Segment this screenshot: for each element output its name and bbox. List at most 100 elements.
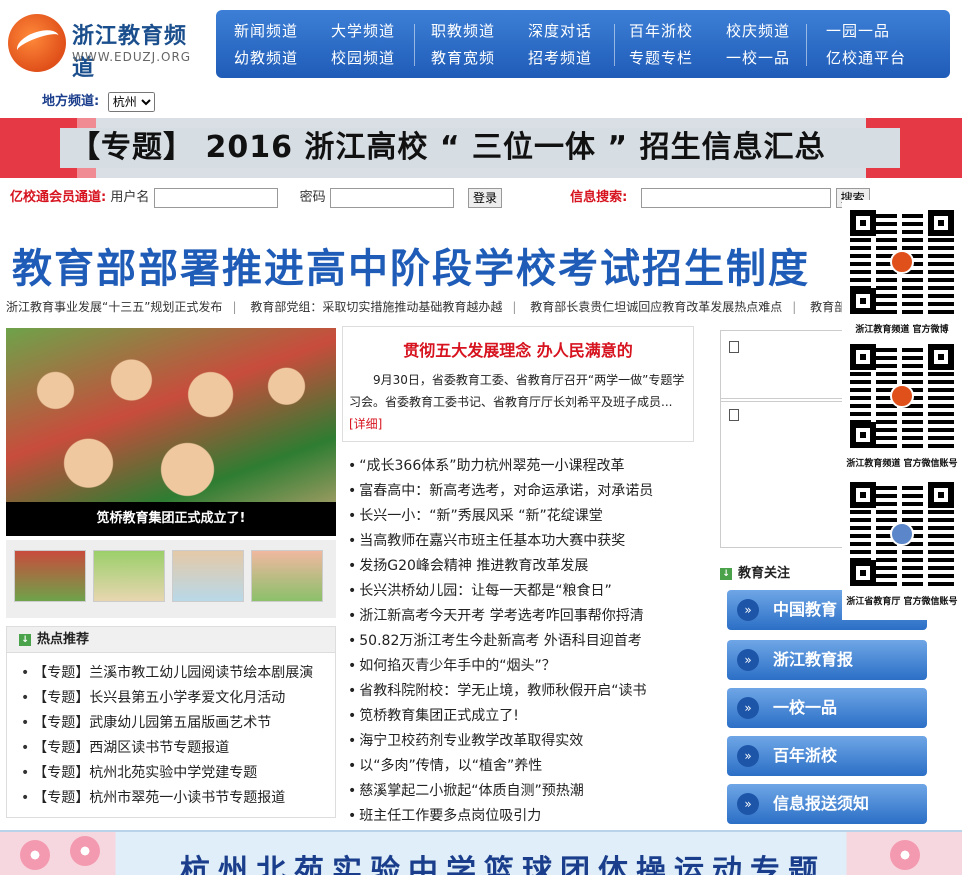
local-channel-label: 地方频道:	[42, 94, 100, 109]
logo-mark-icon	[8, 14, 66, 72]
headline[interactable]: 教育部部署推进高中阶段学校考试招生制度	[12, 236, 810, 294]
hot-list: 【专题】兰溪市教工幼儿园阅读节绘本剧展演 【专题】长兴县第五小学孝爱文化月活动 …	[7, 653, 335, 811]
photo-thumbnails	[6, 540, 336, 618]
nav-link[interactable]: 招考频道	[528, 47, 592, 68]
list-item[interactable]: 长兴一小：“新”秀展风采 “新”花绽课堂	[348, 504, 698, 529]
nav-link[interactable]: 一校一品	[726, 47, 790, 68]
list-item[interactable]: 海宁卫校药剂专业教学改革取得实效	[348, 729, 698, 754]
nav-link[interactable]: 亿校通平台	[826, 47, 906, 68]
nav-link[interactable]: 幼教频道	[234, 47, 298, 68]
double-chevron-icon: »	[737, 745, 759, 767]
feature-title[interactable]: 贯彻五大发展理念 办人民满意的	[343, 337, 693, 361]
nav-link[interactable]: 校园频道	[331, 47, 395, 68]
nav-link[interactable]: 职教频道	[431, 20, 495, 41]
list-item[interactable]: 【专题】武康幼儿园第五届版画艺术节	[21, 711, 335, 736]
feature-summary: 9月30日，省委教育工委、省教育厅召开“两学一做”专题学习会。省委教育工委书记、…	[343, 361, 693, 435]
feature-article: 贯彻五大发展理念 办人民满意的 9月30日，省委教育工委、省教育厅召开“两学一做…	[342, 326, 694, 442]
list-item[interactable]: 慈溪掌起二小掀起“体质自测”预热潮	[348, 779, 698, 804]
thumbnail-3[interactable]	[172, 550, 244, 602]
list-item[interactable]: “成长366体系”助力杭州翠苑一小课程改革	[348, 454, 698, 479]
feature-text: 9月30日，省委教育工委、省教育厅召开“两学一做”专题学习会。省委教育工委书记、…	[349, 373, 685, 409]
arrow-down-icon: ↓	[720, 567, 732, 580]
main-nav: 新闻频道 大学频道 幼教频道 校园频道 职教频道 深度对话 教育宽频 招考频道 …	[216, 10, 950, 78]
link-button-label: 浙江教育报	[773, 650, 854, 669]
hot-recommend-title: 热点推荐	[37, 632, 90, 647]
link-button-label: 百年浙校	[773, 746, 838, 765]
search-input[interactable]	[641, 187, 832, 208]
bottom-banner-text: 杭州北苑实验中学篮球团体操运动专题	[180, 854, 826, 875]
qr-caption: 浙江教育频道 官方微信账号	[846, 459, 958, 469]
thumbnail-1[interactable]	[14, 550, 86, 602]
list-item[interactable]: 【专题】长兴县第五小学孝爱文化月活动	[21, 686, 335, 711]
list-item[interactable]: 以“多肉”传情，以“植舍”养性	[348, 754, 698, 779]
password-label: 密码	[299, 190, 326, 205]
link-button-label: 中国教育	[773, 600, 838, 619]
link-button-label: 一校一品	[773, 698, 838, 717]
photo-caption[interactable]: 笕桥教育集团正式成立了!	[6, 502, 336, 536]
banner-text: 【专题】 2016 浙江高校 “ 三位一体 ” 招生信息汇总	[60, 128, 900, 168]
feature-more-link[interactable]: [详细]	[349, 417, 382, 431]
list-item[interactable]: 50.82万浙江考生今赴新高考 外语科目迎首考	[348, 629, 698, 654]
thumbnail-4[interactable]	[251, 550, 323, 602]
list-item[interactable]: 【专题】兰溪市教工幼儿园阅读节绘本剧展演	[21, 661, 335, 686]
nav-link[interactable]: 教育宽频	[431, 47, 495, 68]
qr-code-icon[interactable]	[850, 482, 954, 586]
nav-link[interactable]: 新闻频道	[234, 20, 298, 41]
list-item[interactable]: 班主任工作要多点岗位吸引力	[348, 804, 698, 829]
list-item[interactable]: 富春高中：新高考选考，对命运承诺，对承诺员	[348, 479, 698, 504]
link-button-label: 信息报送须知	[773, 794, 870, 813]
qr-code-icon[interactable]	[850, 344, 954, 448]
double-chevron-icon: »	[737, 793, 759, 815]
double-chevron-icon: »	[737, 697, 759, 719]
special-topic-banner[interactable]: 【专题】 2016 浙江高校 “ 三位一体 ” 招生信息汇总	[0, 118, 962, 178]
ticker-item[interactable]: 教育部党	[810, 300, 846, 314]
link-button-century-schools[interactable]: » 百年浙校	[727, 736, 927, 776]
link-button-zhejiang-education-news[interactable]: » 浙江教育报	[727, 640, 927, 680]
list-item[interactable]: 当高教师在嘉兴市班主任基本功大赛中获奖	[348, 529, 698, 554]
feature-photo[interactable]: 笕桥教育集团正式成立了!	[6, 328, 336, 536]
nav-link[interactable]: 百年浙校	[629, 20, 693, 41]
flower-icon	[20, 840, 50, 870]
nav-link[interactable]: 校庆频道	[726, 20, 790, 41]
hot-recommend-box: ↓ 热点推荐 【专题】兰溪市教工幼儿园阅读节绘本剧展演 【专题】长兴县第五小学孝爱…	[6, 626, 336, 818]
search-label: 信息搜索:	[570, 190, 628, 205]
ticker-item[interactable]: 教育部党组：采取切实措施推动基础教育越办越	[250, 300, 502, 314]
news-list: “成长366体系”助力杭州翠苑一小课程改革 富春高中：新高考选考，对命运承诺，对…	[348, 454, 698, 829]
site-url: WWW.EDUZJ.ORG	[72, 50, 192, 64]
flower-icon	[890, 840, 920, 870]
document-icon	[729, 409, 739, 421]
nav-link[interactable]: 一园一品	[826, 20, 906, 41]
flower-icon	[70, 836, 100, 866]
site-logo[interactable]: 浙江教育频道 WWW.EDUZJ.ORG	[8, 12, 208, 81]
qr-code-icon[interactable]	[850, 210, 954, 314]
nav-link[interactable]: 大学频道	[331, 20, 395, 41]
list-item[interactable]: 【专题】西湖区读书节专题报道	[21, 736, 335, 761]
thumbnail-2[interactable]	[93, 550, 165, 602]
education-focus-title: 教育关注	[738, 566, 791, 581]
member-channel-label: 亿校通会员通道:	[10, 190, 107, 205]
nav-link[interactable]: 专题专栏	[629, 47, 693, 68]
nav-link[interactable]: 深度对话	[528, 20, 592, 41]
list-item[interactable]: 【专题】杭州市翠苑一小读书节专题报道	[21, 786, 335, 811]
list-item[interactable]: 笕桥教育集团正式成立了!	[348, 704, 698, 729]
username-input[interactable]	[153, 187, 278, 208]
ticker-item[interactable]: 浙江教育事业发展“十三五”规划正式发布	[6, 300, 222, 314]
hot-recommend-header: ↓ 热点推荐	[7, 627, 335, 653]
ticker-item[interactable]: 教育部长袁贵仁坦诚回应教育改革发展热点难点	[530, 300, 782, 314]
list-item[interactable]: 【专题】杭州北苑实验中学党建专题	[21, 761, 335, 786]
list-item[interactable]: 长兴洪桥幼儿园：让每一天都是“粮食日”	[348, 579, 698, 604]
list-item[interactable]: 浙江新高考今天开考 学考选考咋回事帮你捋清	[348, 604, 698, 629]
list-item[interactable]: 如何掐灭青少年手中的“烟头”？	[348, 654, 698, 679]
qr-code-panel: 浙江教育频道 官方微博 浙江教育频道 官方微信账号 浙江省教育厅 官方微信账号	[842, 200, 962, 620]
login-button[interactable]: 登录	[467, 187, 502, 208]
nav-group-4: 一园一品 亿校通平台	[826, 20, 906, 68]
arrow-down-icon: ↓	[19, 633, 31, 646]
local-channel-select[interactable]: 杭州	[107, 91, 155, 112]
password-input[interactable]	[329, 187, 454, 208]
double-chevron-icon: »	[737, 649, 759, 671]
link-button-one-school-one-brand[interactable]: » 一校一品	[727, 688, 927, 728]
bottom-special-banner[interactable]: 杭州北苑实验中学篮球团体操运动专题	[0, 830, 962, 875]
list-item[interactable]: 发扬G20峰会精神 推进教育改革发展	[348, 554, 698, 579]
list-item[interactable]: 省教科院附校：学无止境，教师秋假开启“读书	[348, 679, 698, 704]
link-button-submission-notice[interactable]: » 信息报送须知	[727, 784, 927, 824]
